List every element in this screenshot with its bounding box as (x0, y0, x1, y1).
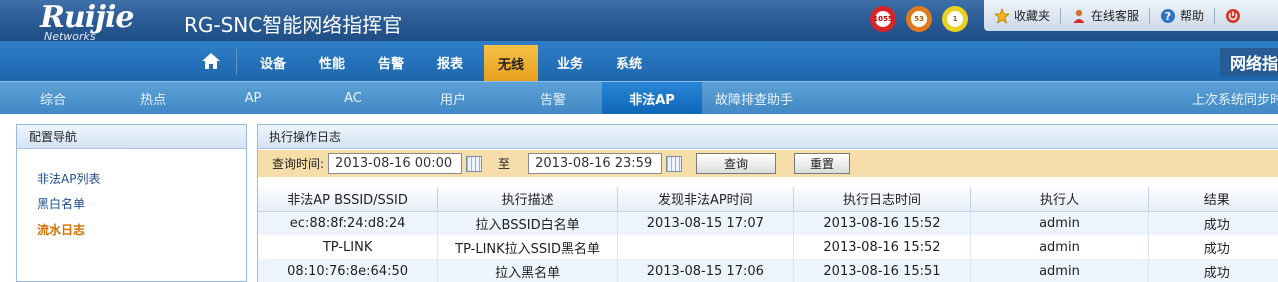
operation-log-panel: 执行操作日志 查询时间: 2013-08-16 00:00 至 2013-08-… (257, 124, 1278, 282)
cell-description: 拉入黑名单 (437, 259, 618, 282)
favorites-label: 收藏夹 (1014, 9, 1051, 23)
nav-separator (236, 49, 237, 75)
cell-log-time: 2013-08-16 15:51 (793, 259, 972, 282)
table-header-row: 非法AP BSSID/SSID 执行描述 发现非法AP时间 执行日志时间 执行人… (258, 187, 1278, 212)
nav-performance[interactable]: 性能 (305, 47, 359, 77)
major-alarm-badge[interactable]: 53 (906, 6, 932, 32)
cell-log-time: 2013-08-16 15:52 (793, 211, 972, 235)
subnav-rogue-ap[interactable]: 非法AP (602, 82, 702, 114)
column-header-log-time[interactable]: 执行日志时间 (793, 187, 972, 212)
query-bar: 查询时间: 2013-08-16 00:00 至 2013-08-16 23:5… (258, 150, 1278, 177)
cell-result: 成功 (1148, 259, 1278, 282)
header-bar: Ruijie Networks RG-SNC智能网络指挥官 1055 53 1 … (0, 0, 1278, 43)
config-nav-panel: 配置导航 非法AP列表 黑白名单 流水日志 (16, 124, 247, 282)
start-time-input[interactable]: 2013-08-16 00:00 (328, 153, 463, 174)
subnav-ac[interactable]: AC (320, 82, 386, 114)
help-label: 帮助 (1180, 9, 1205, 23)
major-alarm-count: 53 (911, 11, 927, 27)
column-header-description[interactable]: 执行描述 (437, 187, 618, 212)
cell-bssid: 08:10:76:8e:64:50 (258, 259, 439, 282)
black-white-list-link[interactable]: 黑白名单 (37, 195, 85, 212)
app-title: RG-SNC智能网络指挥官 (184, 13, 403, 37)
cell-bssid: TP-LINK (258, 235, 439, 259)
subnav-alarms[interactable]: 告警 (520, 82, 586, 114)
cell-operator: admin (970, 211, 1149, 235)
operation-log-table: 非法AP BSSID/SSID 执行描述 发现非法AP时间 执行日志时间 执行人… (258, 187, 1278, 282)
minor-alarm-badge[interactable]: 1 (942, 6, 968, 32)
ruijie-logo: Ruijie Networks (40, 0, 162, 43)
logout-button[interactable] (1225, 8, 1245, 24)
sub-nav: 综合 热点 AP AC 用户 告警 非法AP 故障排查助手 上次系统同步时 (0, 81, 1278, 114)
cell-found-time (617, 235, 794, 259)
query-time-label: 查询时间: (272, 157, 325, 171)
help-link[interactable]: ? 帮助 (1160, 7, 1204, 24)
cell-operator: admin (970, 259, 1149, 282)
top-link-separator (1214, 7, 1216, 24)
table-row[interactable]: ec:88:8f:24:d8:24 拉入BSSID白名单 2013-08-15 … (258, 211, 1278, 235)
cell-log-time: 2013-08-16 15:52 (793, 235, 972, 259)
nav-services[interactable]: 业务 (543, 47, 597, 77)
cell-bssid: ec:88:8f:24:d8:24 (258, 211, 439, 235)
star-icon (994, 7, 1010, 24)
cell-description: 拉入BSSID白名单 (437, 211, 618, 235)
subnav-users[interactable]: 用户 (420, 82, 486, 114)
calendar-icon[interactable] (466, 155, 483, 172)
column-header-operator[interactable]: 执行人 (970, 187, 1149, 212)
cell-result: 成功 (1148, 235, 1278, 259)
cell-found-time: 2013-08-15 17:06 (617, 259, 794, 282)
last-sync-text: 上次系统同步时 (1192, 92, 1278, 108)
calendar-icon[interactable] (666, 155, 683, 172)
column-header-found-time[interactable]: 发现非法AP时间 (617, 187, 794, 212)
nav-devices[interactable]: 设备 (246, 47, 300, 77)
flow-log-link[interactable]: 流水日志 (37, 221, 85, 238)
support-person-icon (1071, 8, 1087, 24)
query-button[interactable]: 查询 (696, 153, 777, 174)
help-icon: ? (1160, 8, 1176, 24)
nav-system[interactable]: 系统 (602, 47, 656, 77)
critical-alarm-badge[interactable]: 1055 (870, 6, 896, 32)
top-links: 收藏夹 在线客服 ? 帮助 (984, 0, 1278, 31)
column-header-result[interactable]: 结果 (1148, 187, 1278, 212)
online-support-label: 在线客服 (1091, 9, 1140, 23)
cell-operator: admin (970, 235, 1149, 259)
main-nav: 设备 性能 告警 报表 无线 业务 系统 网络指挥 (0, 41, 1278, 81)
cell-description: TP-LINK拉入SSID黑名单 (437, 235, 618, 259)
nav-brand-label: 网络指挥 (1220, 48, 1278, 76)
to-label: 至 (498, 157, 511, 171)
reset-button[interactable]: 重置 (794, 153, 851, 174)
config-nav-title: 配置导航 (17, 125, 246, 149)
operation-log-title: 执行操作日志 (258, 125, 1278, 149)
table-row[interactable]: TP-LINK TP-LINK拉入SSID黑名单 2013-08-16 15:5… (258, 235, 1278, 259)
rogue-ap-list-link[interactable]: 非法AP列表 (37, 170, 100, 187)
cell-found-time: 2013-08-15 17:07 (617, 211, 794, 235)
nav-reports[interactable]: 报表 (423, 47, 477, 77)
top-link-separator (1060, 7, 1062, 24)
subnav-troubleshooting[interactable]: 故障排查助手 (708, 82, 800, 114)
favorites-link[interactable]: 收藏夹 (994, 7, 1050, 24)
cell-result: 成功 (1148, 211, 1278, 235)
power-icon (1225, 8, 1241, 24)
subnav-hotspot[interactable]: 热点 (120, 82, 186, 114)
subnav-ap[interactable]: AP (220, 82, 286, 114)
minor-alarm-count: 1 (947, 11, 963, 27)
home-button[interactable] (196, 49, 226, 75)
critical-alarm-count: 1055 (873, 11, 893, 27)
online-support-link[interactable]: 在线客服 (1071, 7, 1139, 24)
table-row[interactable]: 08:10:76:8e:64:50 拉入黑名单 2013-08-15 17:06… (258, 259, 1278, 282)
subnav-overview[interactable]: 综合 (20, 82, 86, 114)
column-header-bssid[interactable]: 非法AP BSSID/SSID (258, 187, 439, 212)
nav-alarms[interactable]: 告警 (364, 47, 418, 77)
top-link-separator (1149, 7, 1151, 24)
nav-wireless[interactable]: 无线 (484, 45, 538, 81)
home-icon (200, 51, 222, 74)
end-time-input[interactable]: 2013-08-16 23:59 (528, 153, 663, 174)
svg-text:?: ? (1165, 10, 1171, 23)
